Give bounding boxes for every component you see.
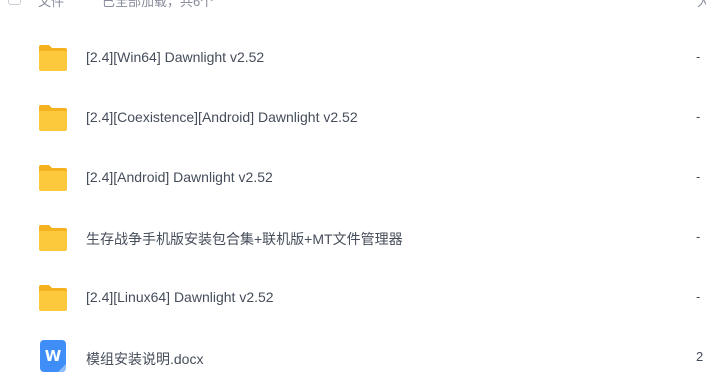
folder-icon bbox=[39, 285, 67, 311]
column-header-size[interactable]: 大 bbox=[697, 0, 706, 10]
file-size: - bbox=[696, 169, 701, 184]
folder-icon bbox=[39, 165, 67, 191]
file-size: - bbox=[696, 49, 701, 64]
file-name[interactable]: [2.4][Win64] Dawnlight v2.52 bbox=[86, 49, 264, 65]
word-doc-icon: W bbox=[40, 340, 66, 372]
file-row-mobile-collection[interactable]: 生存战争手机版安装包合集+联机版+MT文件管理器 - bbox=[0, 208, 706, 268]
folder-icon bbox=[39, 45, 67, 71]
file-size: 2 bbox=[696, 349, 704, 364]
file-name[interactable]: 模组安装说明.docx bbox=[86, 349, 203, 369]
file-name[interactable]: [2.4][Coexistence][Android] Dawnlight v2… bbox=[86, 109, 358, 125]
file-list: [2.4][Win64] Dawnlight v2.52 - [2.4][Coe… bbox=[0, 28, 706, 388]
file-row-android[interactable]: [2.4][Android] Dawnlight v2.52 - bbox=[0, 148, 706, 208]
file-row-coexistence-android[interactable]: [2.4][Coexistence][Android] Dawnlight v2… bbox=[0, 88, 706, 148]
file-row-win64[interactable]: [2.4][Win64] Dawnlight v2.52 - bbox=[0, 28, 706, 88]
file-row-mod-instructions[interactable]: W 模组安装说明.docx 2 bbox=[0, 328, 706, 388]
load-status-text: 已全部加载，共6个 bbox=[102, 0, 214, 9]
column-header-name[interactable]: 文件 bbox=[38, 0, 64, 10]
file-name[interactable]: 生存战争手机版安装包合集+联机版+MT文件管理器 bbox=[86, 229, 403, 249]
file-row-linux64[interactable]: [2.4][Linux64] Dawnlight v2.52 - bbox=[0, 268, 706, 328]
file-size: - bbox=[696, 289, 701, 304]
folder-icon bbox=[39, 105, 67, 131]
file-size: - bbox=[696, 229, 701, 244]
select-all-checkbox[interactable] bbox=[8, 0, 21, 5]
file-size: - bbox=[696, 109, 701, 124]
file-list-header: 文件 已全部加载，共6个 大 bbox=[0, 0, 706, 12]
file-name[interactable]: [2.4][Linux64] Dawnlight v2.52 bbox=[86, 289, 274, 305]
folder-icon bbox=[39, 225, 67, 251]
file-name[interactable]: [2.4][Android] Dawnlight v2.52 bbox=[86, 169, 273, 185]
